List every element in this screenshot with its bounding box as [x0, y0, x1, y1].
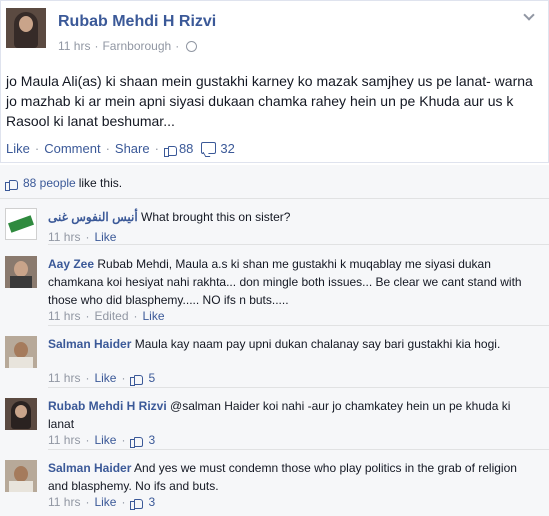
comment-icon: [201, 141, 217, 154]
comment-like-count[interactable]: 5: [148, 371, 155, 385]
comment-time[interactable]: 11 hrs: [48, 309, 80, 323]
comment-meta: 11 hrs · Like: [48, 230, 117, 244]
likes-suffix: like this.: [78, 176, 123, 190]
commenter-name[interactable]: Salman Haider: [48, 337, 131, 351]
like-count[interactable]: 88: [179, 141, 193, 156]
thumbs-up-icon: [163, 143, 177, 157]
commenter-avatar[interactable]: [5, 460, 37, 492]
comment-time[interactable]: 11 hrs: [48, 495, 80, 509]
post-card: Rubab Mehdi H Rizvi 11 hrs · Farnborough…: [0, 0, 549, 163]
comment-like-link[interactable]: Like: [94, 371, 116, 385]
post-time[interactable]: 11 hrs: [58, 39, 90, 53]
comment-text: What brought this on sister?: [141, 210, 291, 224]
edited-label[interactable]: Edited: [94, 309, 128, 323]
likes-count-link[interactable]: 88 people: [23, 176, 76, 190]
post-meta: 11 hrs · Farnborough ·: [58, 39, 198, 53]
comment-meta: 11 hrs · Like · 3: [48, 433, 156, 448]
post-text: jo Maula Ali(as) ki shaan mein gustakhi …: [6, 73, 533, 129]
comment-text: Maula kay naam pay upni dukan chalanay s…: [134, 337, 501, 351]
commenter-avatar[interactable]: [5, 256, 37, 288]
like-link[interactable]: Like: [6, 141, 30, 156]
thumbs-up-icon: [5, 177, 18, 191]
commenter-avatar[interactable]: [5, 336, 37, 368]
post-author-name[interactable]: Rubab Mehdi H Rizvi: [58, 13, 216, 31]
chevron-down-icon[interactable]: [524, 13, 534, 23]
comment-meta: 11 hrs · Edited · Like: [48, 309, 165, 323]
likes-summary: 88 people like this.: [5, 175, 122, 191]
commenter-name[interactable]: Rubab Mehdi H Rizvi: [48, 399, 167, 413]
author-avatar[interactable]: [6, 8, 46, 48]
globe-icon[interactable]: [186, 40, 198, 52]
commenter-name[interactable]: أنيس النفوس غنى: [48, 210, 138, 224]
post-location[interactable]: Farnborough: [102, 39, 171, 53]
post-actions: Like · Comment · Share · 88 32: [6, 141, 235, 157]
comment-like-link[interactable]: Like: [94, 495, 116, 509]
comment-count[interactable]: 32: [220, 141, 234, 156]
comment-link[interactable]: Comment: [44, 141, 100, 156]
comment-like-count[interactable]: 3: [148, 495, 155, 509]
comment-like-link[interactable]: Like: [143, 309, 165, 323]
comment-like-count[interactable]: 3: [148, 433, 155, 447]
commenter-avatar[interactable]: [5, 208, 37, 240]
comments-section: 88 people like this. أنيس النفوس غنى Wha…: [0, 165, 549, 516]
comment-time[interactable]: 11 hrs: [48, 433, 80, 447]
comment-text: Rubab Mehdi, Maula a.s ki shan me gustak…: [48, 257, 522, 307]
comment-time[interactable]: 11 hrs: [48, 371, 80, 385]
commenter-avatar[interactable]: [5, 398, 37, 430]
share-link[interactable]: Share: [115, 141, 150, 156]
comment-meta: 11 hrs · Like · 3: [48, 495, 156, 510]
thumbs-up-icon: [130, 496, 144, 510]
thumbs-up-icon: [130, 434, 144, 448]
comment-meta: 11 hrs · Like · 5: [48, 371, 156, 386]
comment-like-link[interactable]: Like: [94, 230, 116, 244]
commenter-name[interactable]: Salman Haider: [48, 461, 131, 475]
commenter-name[interactable]: Aay Zee: [48, 257, 94, 271]
comment-time[interactable]: 11 hrs: [48, 230, 80, 244]
comment-like-link[interactable]: Like: [94, 433, 116, 447]
thumbs-up-icon: [130, 372, 144, 386]
